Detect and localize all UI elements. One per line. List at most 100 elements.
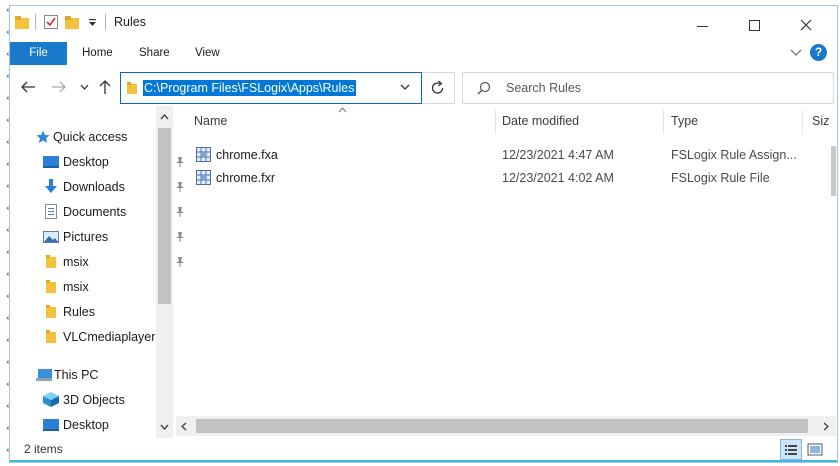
scroll-up-icon[interactable] (160, 114, 169, 120)
desktop-icon (43, 419, 59, 431)
scroll-right-icon[interactable] (823, 422, 829, 431)
nav-item-label: Downloads (63, 180, 125, 194)
nav-item-pictures[interactable]: Pictures (43, 227, 184, 247)
content-scrollbar-thumb[interactable] (831, 146, 836, 196)
column-divider (663, 110, 664, 134)
pin-icon (175, 156, 185, 167)
tab-home-label: Home (82, 47, 113, 59)
close-icon (800, 19, 812, 31)
window-title: Rules (114, 15, 146, 29)
quick-access-label: Quick access (53, 130, 128, 144)
content-scrollbar[interactable] (830, 106, 837, 416)
column-header-type[interactable]: Type (671, 114, 698, 128)
pin-icon (175, 256, 185, 267)
tab-home[interactable]: Home (82, 42, 113, 64)
column-header-name[interactable]: Name (194, 114, 227, 128)
nav-item-label: Desktop (63, 155, 109, 169)
documents-icon (45, 204, 57, 219)
scroll-left-icon[interactable] (181, 422, 187, 431)
address-path[interactable]: C:\Program Files\FSLogix\Apps\Rules (143, 80, 356, 96)
back-arrow-icon[interactable] (20, 80, 36, 94)
folder-icon (46, 280, 56, 293)
separator (105, 14, 106, 30)
nav-item-rules[interactable]: Rules (43, 302, 173, 322)
address-bar[interactable]: C:\Program Files\FSLogix\Apps\Rules (120, 72, 422, 104)
expand-ribbon-icon[interactable] (790, 48, 802, 58)
file-row-chrome-fxr[interactable]: chrome.fxr 12/23/2021 4:02 AM FSLogix Ru… (196, 168, 816, 188)
horizontal-scrollbar-thumb[interactable] (196, 419, 808, 433)
close-button[interactable] (782, 6, 830, 40)
nav-scrollbar-thumb[interactable] (158, 128, 171, 304)
customize-qat-icon[interactable] (88, 18, 97, 27)
details-view-button[interactable] (780, 439, 802, 460)
file-type: FSLogix Rule Assign... (671, 148, 797, 162)
column-header-size[interactable]: Size (812, 114, 830, 128)
file-name: chrome.fxa (216, 148, 278, 162)
help-button[interactable]: ? (810, 44, 827, 61)
file-date: 12/23/2021 4:02 AM (502, 171, 614, 185)
refresh-button[interactable] (422, 72, 455, 104)
folder-icon (46, 330, 56, 343)
nav-item-desktop[interactable]: Desktop (43, 152, 184, 172)
horizontal-scrollbar[interactable] (176, 416, 836, 436)
nav-item-label: VLCmediaplayer3 (63, 330, 155, 344)
file-row-chrome-fxa[interactable]: chrome.fxa 12/23/2021 4:47 AM FSLogix Ru… (196, 145, 816, 165)
tab-share[interactable]: Share (139, 42, 170, 64)
nav-item-label: Pictures (63, 230, 109, 244)
refresh-icon (431, 80, 444, 94)
ribbon-tabs: File Home Share View ? (10, 42, 837, 66)
nav-item-3d-objects[interactable]: 3D Objects (43, 390, 173, 410)
desktop-icon (43, 156, 59, 168)
bottom-accent-line (10, 460, 837, 462)
large-icons-view-button[interactable] (805, 440, 825, 459)
minimize-icon (697, 26, 708, 27)
pin-icon (175, 206, 185, 217)
nav-item-label: Documents (63, 205, 127, 219)
file-date: 12/23/2021 4:47 AM (502, 148, 614, 162)
search-icon (477, 81, 491, 95)
tab-view[interactable]: View (195, 42, 220, 64)
nav-item-label: Rules (63, 305, 95, 319)
minimize-button[interactable] (678, 6, 726, 40)
column-divider (495, 110, 496, 134)
tab-file[interactable]: File (10, 42, 67, 65)
title-bar: Rules (10, 6, 837, 40)
separator (35, 14, 36, 30)
this-pc-label: This PC (54, 368, 99, 382)
3d-objects-icon (43, 392, 59, 407)
properties-icon[interactable] (44, 15, 58, 29)
up-arrow-icon[interactable] (98, 79, 112, 95)
navigation-bar: C:\Program Files\FSLogix\Apps\Rules Sear… (10, 70, 837, 104)
nav-scrollbar[interactable] (156, 106, 173, 438)
folder-icon (46, 305, 56, 318)
nav-item-this-pc[interactable]: This PC (36, 365, 166, 385)
file-name: chrome.fxr (216, 171, 276, 185)
maximize-button[interactable] (730, 6, 778, 40)
new-folder-icon[interactable] (65, 16, 79, 29)
address-dropdown-icon[interactable] (400, 84, 410, 91)
nav-item-documents[interactable]: Documents (43, 202, 184, 222)
forward-arrow-icon[interactable] (51, 80, 67, 94)
item-count: 2 items (24, 442, 63, 456)
tab-file-label: File (29, 47, 48, 59)
maximize-icon (749, 20, 760, 31)
fslogix-file-icon (196, 147, 211, 162)
folder-icon (127, 82, 137, 94)
nav-item-downloads[interactable]: Downloads (43, 177, 184, 197)
column-header-date-modified[interactable]: Date modified (502, 114, 579, 128)
recent-locations-icon[interactable] (80, 84, 89, 90)
nav-item-msix[interactable]: msix (43, 277, 173, 297)
large-icons-view-icon (807, 443, 823, 456)
explorer-window: Rules File Home Share View ? C:\Program … (9, 5, 838, 463)
computer-icon (36, 369, 52, 381)
sort-indicator-icon (338, 107, 347, 113)
scroll-down-icon[interactable] (160, 424, 169, 430)
nav-item-desktop-pc[interactable]: Desktop (43, 415, 173, 435)
nav-item-vlcmediaplayer[interactable]: VLCmediaplayer3 (43, 327, 155, 347)
nav-item-msix-pinned[interactable]: msix (43, 252, 184, 272)
download-icon (45, 179, 57, 194)
search-box[interactable]: Search Rules (462, 72, 834, 104)
nav-item-label: msix (63, 280, 89, 294)
navigation-pane: Quick access Desktop Downloads Documents (10, 106, 184, 438)
pictures-icon (43, 231, 59, 243)
